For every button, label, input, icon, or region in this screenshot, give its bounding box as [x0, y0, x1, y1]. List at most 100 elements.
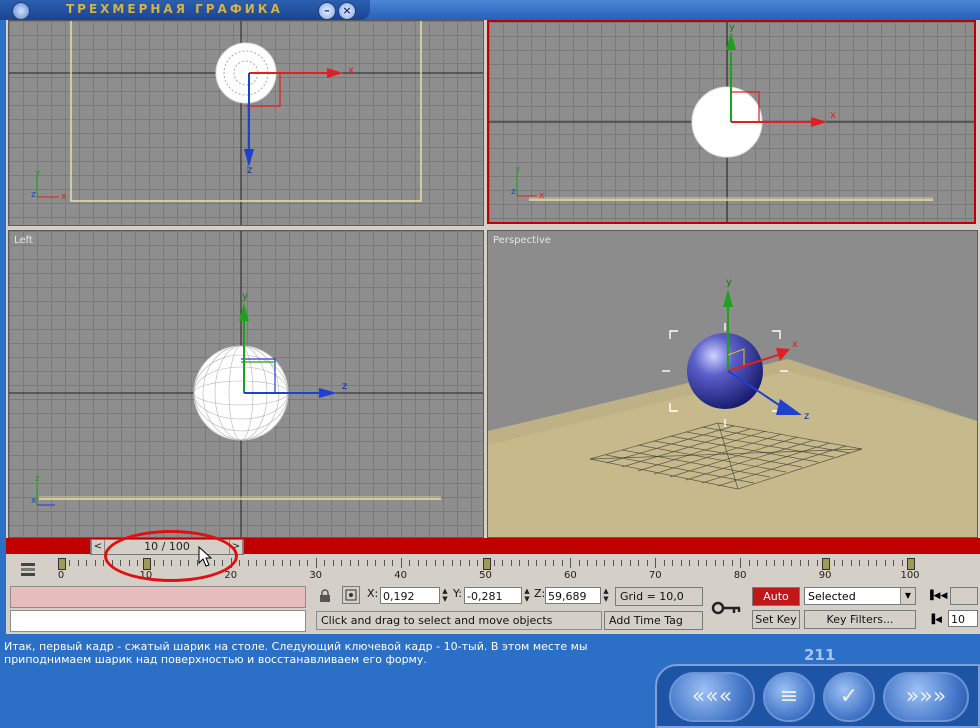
prev-frame-button[interactable]: < — [91, 540, 105, 554]
x-coordinate-field[interactable]: 0,192 — [380, 587, 440, 604]
keyframe-marker[interactable] — [907, 558, 915, 570]
lock-icon[interactable] — [318, 589, 332, 603]
ruler-tick — [587, 560, 589, 566]
svg-text:z: z — [31, 190, 36, 200]
keyframe-marker[interactable] — [822, 558, 831, 570]
status-controls: X: 0,192 ▲ ▼ Y: -0,281 ▲ ▼ Z: 59,689 ▲ ▼ Gr… — [6, 582, 980, 634]
maxscript-input[interactable] — [10, 610, 306, 632]
svg-text:z: z — [804, 411, 809, 422]
y-label: Y: — [453, 587, 462, 600]
svg-text:x: x — [830, 110, 836, 121]
ruler-tick — [171, 560, 173, 566]
ruler-tick — [468, 560, 470, 566]
viewport-perspective[interactable]: y x z Perspective — [487, 230, 978, 538]
ruler-tick — [154, 560, 156, 566]
ruler-tick — [816, 560, 818, 566]
set-key-mode-button[interactable] — [706, 587, 746, 630]
absolute-mode-button[interactable] — [342, 586, 360, 604]
ruler-tick — [273, 560, 275, 566]
viewport-perspective-label: Perspective — [493, 235, 551, 246]
ruler-tick — [281, 560, 283, 566]
double-chevron-left-icon: ««« — [691, 684, 733, 709]
ruler-tick — [383, 560, 385, 566]
window-title: ТРЕХМЕРНАЯ ГРАФИКА — [66, 2, 283, 16]
svg-text:y: y — [515, 165, 521, 175]
ruler-label: 50 — [479, 570, 492, 581]
track-bar[interactable]: 0 10 20 30 40 50 60 70 80 90 100 — [6, 556, 980, 582]
ruler-label: 90 — [818, 570, 832, 581]
ruler-tick — [400, 558, 402, 568]
ruler-tick — [111, 560, 113, 566]
keyframe-marker[interactable] — [482, 558, 491, 570]
track-view-icon[interactable] — [20, 561, 36, 577]
viewport-top[interactable]: x z y x z — [8, 20, 484, 226]
key-mode-toggle-icon[interactable]: ▐◀ — [926, 612, 944, 628]
menu-lines-icon: ≡ — [779, 684, 799, 709]
viewport-front[interactable]: y x y x z — [487, 20, 976, 224]
ruler-label: 70 — [648, 570, 662, 581]
ruler-tick — [655, 558, 657, 568]
add-time-tag-button[interactable]: Add Time Tag — [604, 611, 703, 630]
ruler-label: 10 — [139, 570, 153, 581]
time-slider[interactable]: < 10 / 100 > — [90, 539, 244, 555]
maxscript-listener[interactable] — [10, 586, 306, 608]
time-slider-bar[interactable]: < 10 / 100 > — [6, 538, 980, 555]
ruler-tick — [876, 560, 878, 566]
ruler-tick — [808, 560, 810, 566]
ruler-tick — [731, 560, 733, 566]
ruler-tick — [638, 560, 640, 566]
x-spinner[interactable]: ▲ ▼ — [440, 587, 450, 604]
go-to-start-icon[interactable]: ▐◀◀ — [926, 588, 948, 604]
forward-button[interactable]: »»» — [883, 672, 969, 722]
ruler-tick — [570, 558, 572, 568]
ruler-tick — [612, 560, 614, 566]
double-chevron-right-icon: »»» — [905, 684, 947, 709]
rewind-button[interactable]: ««« — [669, 672, 755, 722]
ruler-tick — [553, 560, 555, 566]
auto-key-button[interactable]: Auto Key — [752, 587, 800, 621]
ruler-tick — [417, 560, 419, 566]
y-spinner[interactable]: ▲ ▼ — [522, 587, 532, 604]
lesson-text: Итак, первый кадр - сжатый шарик на стол… — [4, 640, 588, 666]
ruler-tick — [86, 560, 88, 566]
key-filters-button[interactable]: Key Filters... — [804, 610, 916, 629]
ruler-tick — [179, 560, 181, 566]
ruler-tick — [672, 560, 674, 566]
ruler-tick — [740, 558, 742, 568]
ruler-tick — [748, 560, 750, 566]
ruler-tick — [375, 560, 377, 566]
keyframe-marker[interactable] — [142, 558, 151, 570]
ruler-tick — [893, 560, 895, 566]
ruler-tick — [290, 560, 292, 566]
minimize-button[interactable]: – — [318, 2, 336, 20]
z-spinner[interactable]: ▲ ▼ — [601, 587, 611, 604]
ruler-label: 80 — [733, 570, 747, 581]
ruler-tick — [247, 560, 249, 566]
z-coordinate-field[interactable]: 59,689 — [545, 587, 601, 604]
ruler-tick — [663, 560, 665, 566]
ruler-tick — [409, 560, 411, 566]
ruler-tick — [315, 558, 317, 568]
ruler-label: 30 — [309, 570, 323, 581]
viewport-left[interactable]: y z z x Left — [8, 230, 484, 538]
close-button[interactable]: × — [338, 2, 356, 20]
key-selection-dropdown[interactable]: Selected ▼ — [804, 587, 916, 605]
next-frame-button[interactable]: > — [229, 540, 243, 554]
current-frame-field[interactable]: 10 — [948, 610, 978, 627]
svg-text:y: y — [726, 277, 732, 288]
previous-frame-button[interactable] — [950, 587, 978, 605]
chevron-down-icon[interactable]: ▼ — [900, 588, 915, 604]
contents-button[interactable]: ≡ — [763, 672, 815, 722]
ruler-label: 20 — [224, 570, 238, 581]
ruler-tick — [324, 560, 326, 566]
y-coordinate-field[interactable]: -0,281 — [464, 587, 522, 604]
check-button[interactable]: ✓ — [823, 672, 875, 722]
keyframe-marker[interactable] — [58, 558, 66, 570]
viewport-left-scene: y z z x — [9, 231, 483, 537]
ruler-tick — [859, 560, 861, 566]
set-key-button[interactable]: Set Key — [752, 610, 800, 629]
app-icon[interactable] — [12, 2, 30, 20]
navigation-panel: ««« ≡ ✓ »»» — [655, 664, 980, 728]
checkmark-icon: ✓ — [839, 684, 859, 709]
svg-text:z: z — [35, 474, 40, 484]
